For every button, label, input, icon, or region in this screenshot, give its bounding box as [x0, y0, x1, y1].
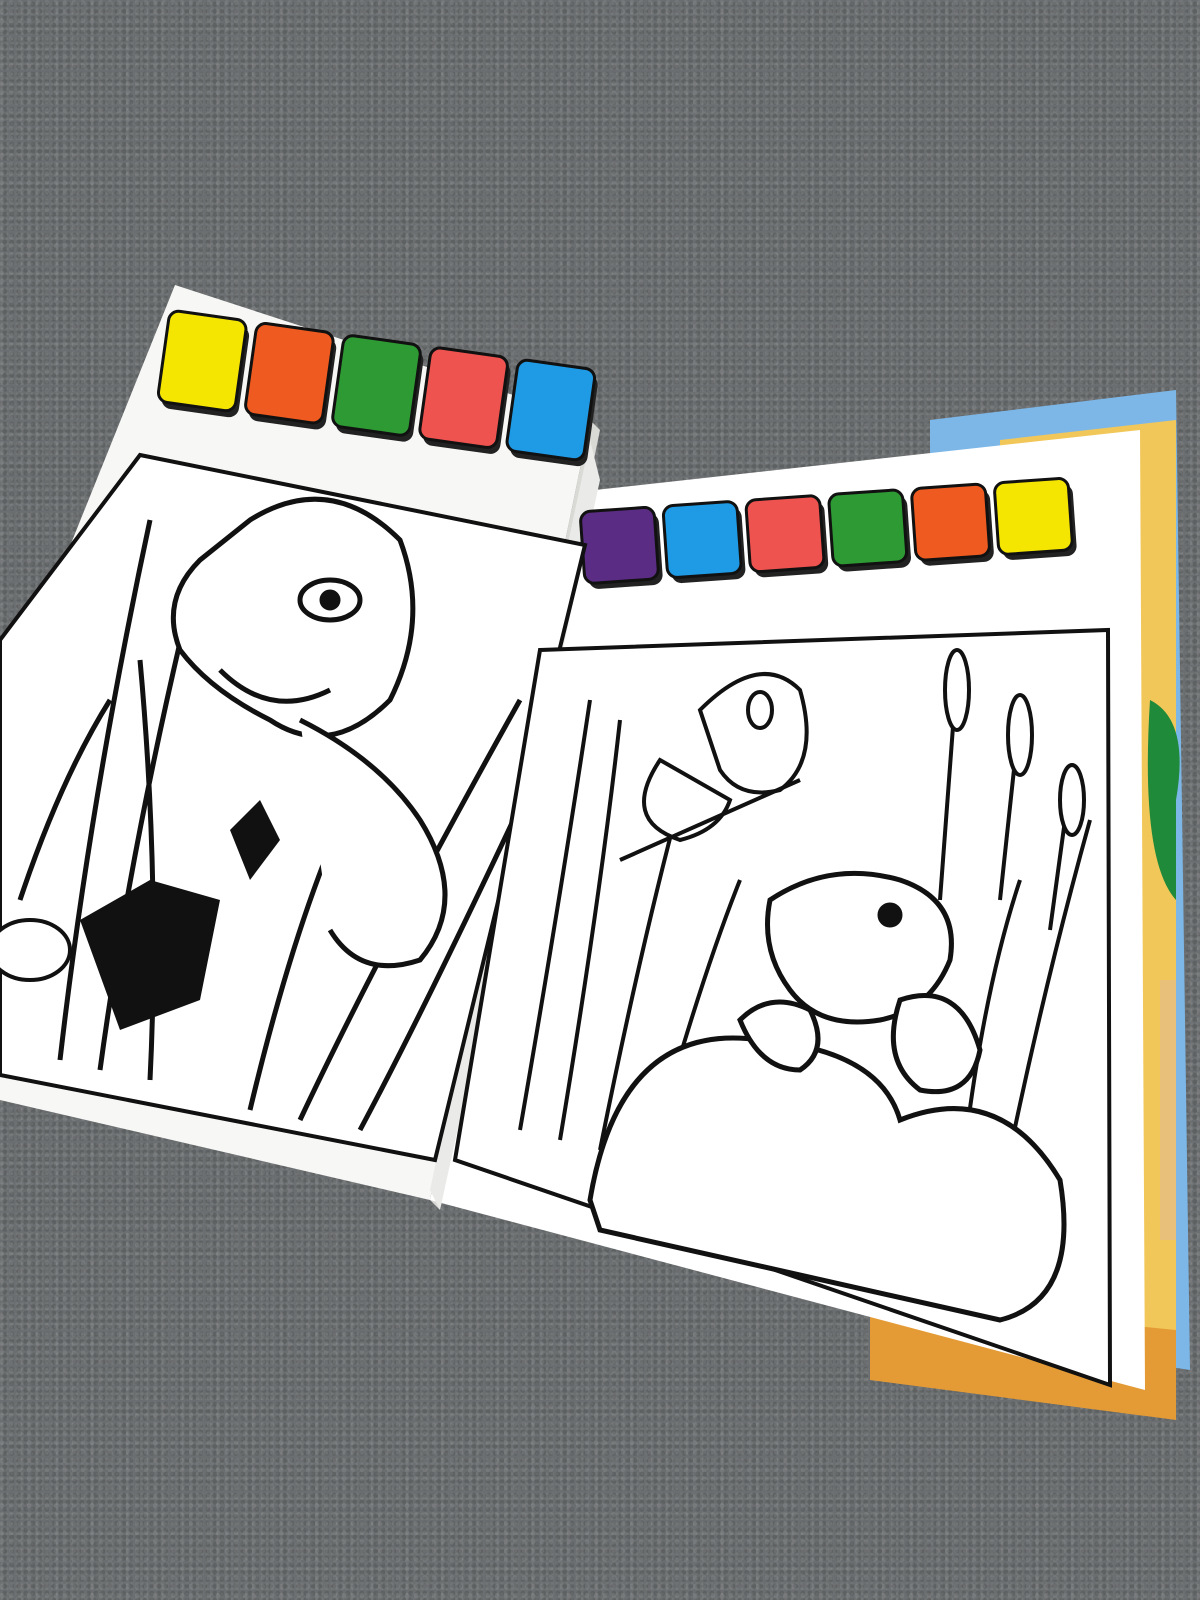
palette-swatch: [827, 488, 909, 568]
palette-swatch: [910, 482, 991, 562]
palette-swatch: [579, 506, 660, 585]
palette-swatch: [156, 309, 248, 413]
palette-swatch: [331, 334, 422, 437]
palette-swatch: [505, 358, 597, 462]
dinosaur-with-butterfly-icon: [452, 627, 1113, 1388]
palette-swatch: [744, 494, 826, 574]
palette-swatch: [418, 346, 509, 449]
palette-swatch: [993, 477, 1074, 556]
palette-swatch: [244, 322, 335, 425]
photo-scene: [0, 285, 1190, 1420]
palette-swatch: [661, 500, 743, 579]
